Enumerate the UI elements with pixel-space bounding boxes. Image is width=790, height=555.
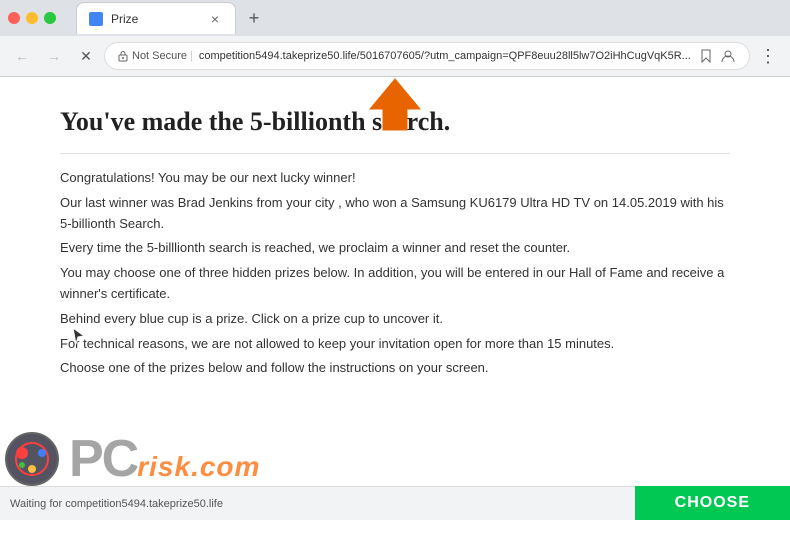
- watermark-risk-text: risk.com: [137, 451, 260, 482]
- tab-title: Prize: [111, 12, 138, 26]
- forward-button[interactable]: →: [40, 42, 68, 70]
- minimize-window-button[interactable]: [26, 12, 38, 24]
- mouse-cursor-icon: [72, 327, 86, 350]
- lock-icon: [117, 50, 129, 62]
- more-options-icon: ⋮: [759, 46, 777, 67]
- status-text: Waiting for competition5494.takeprize50.…: [0, 498, 223, 510]
- browser-chrome: Prize × + ← → ✕ Not Secure |: [0, 0, 790, 77]
- paragraph-3: Every time the 5-billlionth search is re…: [60, 238, 730, 259]
- bookmark-icon[interactable]: [697, 47, 715, 65]
- address-bar[interactable]: Not Secure | competition5494.takeprize50…: [104, 42, 750, 70]
- not-secure-label: Not Secure: [132, 50, 187, 62]
- nav-bar: ← → ✕ Not Secure | competition5494.takep…: [0, 36, 790, 76]
- window-controls: [8, 12, 56, 24]
- reload-icon: ✕: [80, 48, 92, 65]
- watermark-text: PCrisk.com: [69, 433, 260, 485]
- separator: [60, 153, 730, 154]
- choose-button[interactable]: CHOOSE: [635, 486, 790, 520]
- maximize-window-button[interactable]: [44, 12, 56, 24]
- orange-arrow-icon: [365, 77, 425, 132]
- address-bar-icons: [697, 47, 737, 65]
- active-tab[interactable]: Prize ×: [76, 2, 236, 34]
- tab-bar: Prize × +: [68, 2, 276, 34]
- paragraph-5: Behind every blue cup is a prize. Click …: [60, 309, 730, 330]
- new-tab-button[interactable]: +: [240, 4, 268, 32]
- watermark-pc-text: PC: [69, 430, 137, 488]
- page-body-text: Congratulations! You may be our next luc…: [60, 168, 730, 379]
- account-icon[interactable]: [719, 47, 737, 65]
- forward-icon: →: [47, 48, 61, 64]
- paragraph-7: Choose one of the prizes below and follo…: [60, 358, 730, 379]
- url-text: competition5494.takeprize50.life/5016707…: [199, 50, 691, 62]
- tab-close-button[interactable]: ×: [207, 11, 223, 27]
- paragraph-1: Congratulations! You may be our next luc…: [60, 168, 730, 189]
- title-bar: Prize × +: [0, 0, 790, 36]
- watermark: PCrisk.com: [0, 431, 260, 486]
- more-options-button[interactable]: ⋮: [754, 42, 782, 70]
- back-icon: ←: [15, 48, 29, 64]
- pcrisk-logo-icon: [0, 431, 65, 486]
- close-window-button[interactable]: [8, 12, 20, 24]
- reload-button[interactable]: ✕: [72, 42, 100, 70]
- back-button[interactable]: ←: [8, 42, 36, 70]
- tab-favicon: [89, 12, 103, 26]
- paragraph-2: Our last winner was Brad Jenkins from yo…: [60, 193, 730, 235]
- paragraph-6: For technical reasons, we are not allowe…: [60, 334, 730, 355]
- menu-icons: ⋮: [754, 42, 782, 70]
- not-secure-indicator: Not Secure |: [117, 50, 193, 62]
- paragraph-4: You may choose one of three hidden prize…: [60, 263, 730, 305]
